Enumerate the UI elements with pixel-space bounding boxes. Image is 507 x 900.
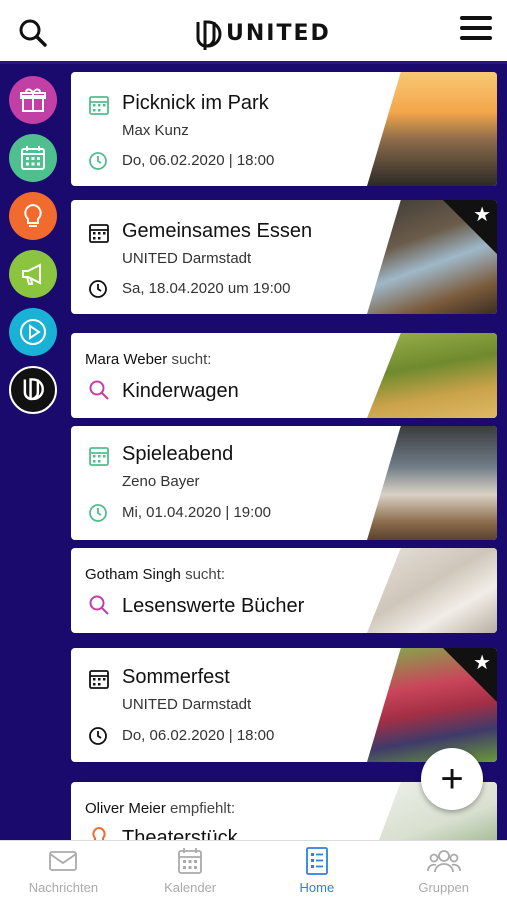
event-image-boardgame: [367, 426, 497, 540]
united-logo-icon: [196, 20, 222, 50]
tab-kalender[interactable]: Kalender: [127, 841, 254, 900]
request-verb: sucht:: [185, 566, 226, 583]
app-header: UNITED: [0, 0, 507, 64]
event-date: Do, 06.02.2020 | 18:00: [122, 152, 275, 169]
request-query: Kinderwagen: [122, 380, 239, 402]
united-logo-icon[interactable]: [9, 366, 57, 414]
category-sidebar: [0, 67, 66, 842]
event-date: Do, 06.02.2020 | 18:00: [122, 727, 275, 744]
event-title: Gemeinsames Essen: [122, 220, 313, 242]
bottom-tab-bar: Nachrichten Kalender Home Gruppen: [0, 840, 507, 900]
clock-icon: [89, 280, 107, 298]
event-image-picnic: [367, 72, 497, 186]
event-date: Sa, 18.04.2020 um 19:00: [122, 280, 291, 297]
tab-nachrichten[interactable]: Nachrichten: [0, 841, 127, 900]
request-query: Lesenswerte Bücher: [122, 595, 305, 617]
search-icon: [89, 595, 109, 615]
event-card[interactable]: Sommerfest UNITED Darmstadt Do, 06.02.20…: [71, 648, 497, 762]
calendar-icon: [89, 224, 109, 243]
request-author-line: Oliver Meier empfiehlt:: [85, 800, 235, 817]
group-icon: [426, 850, 461, 873]
app-logo-text: UNITED: [226, 20, 331, 46]
list-icon: [305, 847, 328, 875]
request-author: Mara Weber: [85, 351, 168, 368]
event-card[interactable]: Spieleabend Zeno Bayer Mi, 01.04.2020 | …: [71, 426, 497, 540]
clock-icon: [89, 152, 107, 170]
tab-label: Gruppen: [418, 880, 469, 895]
tab-label: Kalender: [164, 880, 217, 895]
event-title: Sommerfest: [122, 666, 230, 688]
event-card[interactable]: Picknick im Park Max Kunz Do, 06.02.2020…: [71, 72, 497, 186]
search-request-card[interactable]: Mara Weber sucht: Kinderwagen: [71, 333, 497, 418]
feed-list: Picknick im Park Max Kunz Do, 06.02.2020…: [71, 67, 497, 842]
calendar-icon: [89, 96, 109, 115]
tab-home[interactable]: Home: [254, 841, 381, 900]
hamburger-menu-icon[interactable]: [460, 16, 492, 42]
add-button[interactable]: +: [421, 748, 483, 810]
request-author-line: Mara Weber sucht:: [85, 351, 211, 368]
calendar-icon: [89, 670, 109, 689]
request-author: Gotham Singh: [85, 566, 181, 583]
tab-label: Home: [299, 880, 335, 895]
lightbulb-icon[interactable]: [9, 192, 57, 240]
app-logo: UNITED: [192, 18, 331, 52]
event-title: Picknick im Park: [122, 92, 269, 114]
event-organizer: Max Kunz: [122, 122, 189, 139]
request-image-stroller: [367, 333, 497, 418]
event-organizer: UNITED Darmstadt: [122, 250, 252, 267]
search-icon[interactable]: [18, 18, 48, 48]
calendar-icon: [178, 848, 203, 874]
event-title: Spieleabend: [122, 443, 234, 465]
play-icon[interactable]: [9, 308, 57, 356]
request-image-book: [367, 548, 497, 633]
request-verb: empfiehlt:: [170, 800, 236, 817]
event-card[interactable]: Gemeinsames Essen UNITED Darmstadt Sa, 1…: [71, 200, 497, 314]
megaphone-icon[interactable]: [9, 250, 57, 298]
clock-icon: [89, 727, 107, 745]
event-organizer: UNITED Darmstadt: [122, 696, 252, 713]
mail-icon: [49, 851, 78, 871]
search-icon: [89, 380, 109, 400]
request-verb: sucht:: [171, 351, 212, 368]
calendar-icon: [89, 447, 109, 466]
calendar-icon[interactable]: [9, 134, 57, 182]
tab-label: Nachrichten: [28, 880, 99, 895]
event-date: Mi, 01.04.2020 | 19:00: [122, 504, 272, 521]
event-organizer: Zeno Bayer: [122, 473, 200, 490]
request-author: Oliver Meier: [85, 800, 166, 817]
search-request-card[interactable]: Gotham Singh sucht: Lesenswerte Bücher: [71, 548, 497, 633]
request-author-line: Gotham Singh sucht:: [85, 566, 225, 583]
clock-icon: [89, 504, 107, 522]
gift-icon[interactable]: [9, 76, 57, 124]
tab-gruppen[interactable]: Gruppen: [380, 841, 507, 900]
